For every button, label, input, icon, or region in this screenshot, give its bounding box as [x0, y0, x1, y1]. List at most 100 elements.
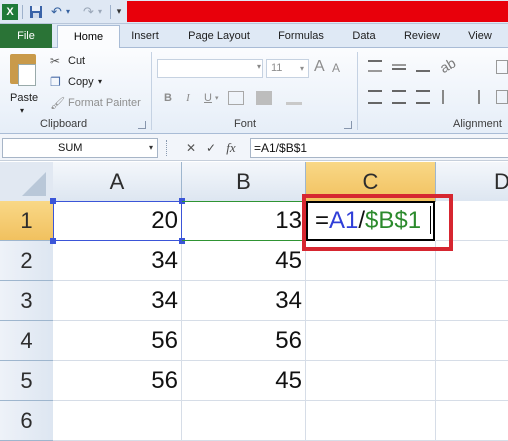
align-bottom-icon[interactable]: [416, 60, 430, 72]
orientation-icon[interactable]: ab: [437, 52, 463, 78]
cell-b2[interactable]: 45: [182, 241, 306, 281]
font-name-box[interactable]: [157, 59, 263, 78]
cell-a3[interactable]: 34: [53, 281, 182, 321]
cell-c3[interactable]: [306, 281, 436, 321]
clipboard-group-label: Clipboard: [40, 118, 88, 130]
reference-highlight-b1: [182, 201, 306, 241]
row-header-1[interactable]: 1: [0, 201, 54, 241]
insert-function-icon[interactable]: fx: [222, 139, 240, 157]
copy-dropdown-icon[interactable]: ▾: [98, 77, 102, 86]
cell-a2[interactable]: 34: [53, 241, 182, 281]
font-group-label: Font: [234, 118, 257, 130]
title-redaction: [127, 1, 508, 22]
formula-input[interactable]: =A1/$B$1: [250, 138, 508, 158]
ribbon-tabs: File Home Insert Page Layout Formulas Da…: [0, 24, 508, 49]
cell-c5[interactable]: [306, 361, 436, 401]
cell-b5[interactable]: 45: [182, 361, 306, 401]
underline-button[interactable]: U: [200, 90, 216, 106]
tab-data[interactable]: Data: [344, 24, 384, 48]
group-divider: [151, 52, 152, 130]
qat-separator: [22, 5, 23, 19]
row-header-4[interactable]: 4: [0, 321, 54, 361]
tab-insert[interactable]: Insert: [124, 24, 166, 48]
redo-dropdown-icon[interactable]: ▾: [95, 3, 105, 20]
font-name-dropdown-icon[interactable]: ▾: [257, 62, 261, 71]
tab-file[interactable]: File: [0, 24, 52, 48]
select-all-corner[interactable]: [0, 162, 54, 202]
decrease-indent-icon[interactable]: [442, 90, 456, 104]
name-box[interactable]: SUM ▾: [2, 138, 158, 158]
row-header-2[interactable]: 2: [0, 241, 54, 281]
paste-label: Paste: [10, 92, 39, 104]
row-header-3[interactable]: 3: [0, 281, 54, 321]
format-painter-button[interactable]: 🖌 Format Painter: [50, 96, 148, 112]
cell-d6[interactable]: [436, 401, 508, 441]
tab-review[interactable]: Review: [396, 24, 448, 48]
italic-button[interactable]: I: [180, 90, 196, 106]
name-box-dropdown-icon[interactable]: ▾: [149, 139, 153, 157]
cell-a5[interactable]: 56: [53, 361, 182, 401]
scissors-icon: ✂: [50, 54, 61, 68]
font-launcher-icon[interactable]: [344, 121, 352, 129]
wrap-text-icon[interactable]: [496, 60, 508, 74]
increase-indent-icon[interactable]: [466, 90, 480, 104]
column-header-a[interactable]: A: [53, 162, 182, 202]
group-divider: [357, 52, 358, 130]
tab-formulas[interactable]: Formulas: [270, 24, 332, 48]
clipboard-launcher-icon[interactable]: [138, 121, 146, 129]
format-painter-label: Format Painter: [68, 97, 141, 109]
tab-page-layout[interactable]: Page Layout: [180, 24, 258, 48]
font-size-dropdown-icon[interactable]: ▾: [300, 64, 304, 73]
name-box-value: SUM: [58, 142, 83, 154]
save-icon[interactable]: [27, 3, 44, 20]
customize-icon[interactable]: ▾: [113, 3, 125, 20]
cut-label: Cut: [68, 55, 86, 67]
cell-d5[interactable]: [436, 361, 508, 401]
row-header-5[interactable]: 5: [0, 361, 54, 401]
resize-handle[interactable]: [166, 140, 170, 156]
cell-a6[interactable]: [53, 401, 182, 441]
cancel-icon[interactable]: ✕: [182, 139, 200, 157]
undo-dropdown-icon[interactable]: ▾: [63, 3, 73, 20]
excel-icon[interactable]: X: [2, 4, 18, 20]
row-header-6[interactable]: 6: [0, 401, 54, 441]
shrink-font-button[interactable]: A: [332, 61, 346, 79]
column-header-b[interactable]: B: [182, 162, 306, 202]
align-left-icon[interactable]: [368, 90, 382, 104]
align-center-icon[interactable]: [392, 90, 406, 104]
paste-page-icon: [18, 64, 36, 86]
font-size-box[interactable]: 11 ▾: [266, 59, 309, 78]
merge-center-icon[interactable]: [496, 90, 508, 104]
cell-c4[interactable]: [306, 321, 436, 361]
brush-icon: 🖌: [50, 96, 66, 110]
cell-d3[interactable]: [436, 281, 508, 321]
reference-handle[interactable]: [50, 198, 56, 204]
align-top-icon[interactable]: [368, 60, 382, 72]
paste-dropdown-icon[interactable]: ▾: [20, 106, 24, 115]
borders-icon[interactable]: [228, 91, 244, 105]
tab-home[interactable]: Home: [57, 25, 120, 49]
tab-view[interactable]: View: [460, 24, 500, 48]
underline-dropdown-icon[interactable]: ▾: [215, 94, 219, 102]
cell-c6[interactable]: [306, 401, 436, 441]
font-size-value: 11: [271, 62, 283, 74]
cell-d4[interactable]: [436, 321, 508, 361]
align-right-icon[interactable]: [416, 90, 430, 104]
paste-button[interactable]: Paste ▾: [6, 52, 42, 115]
font-color-icon[interactable]: [286, 91, 302, 105]
cut-button[interactable]: ✂ Cut: [50, 54, 140, 70]
copy-button[interactable]: ❐ Copy ▾: [50, 75, 140, 91]
cell-b3[interactable]: 34: [182, 281, 306, 321]
fill-color-icon[interactable]: [256, 91, 272, 105]
alignment-group-label: Alignment: [453, 118, 502, 130]
cell-b6[interactable]: [182, 401, 306, 441]
grow-font-button[interactable]: A: [314, 58, 330, 78]
copy-label: Copy: [68, 76, 94, 88]
bold-button[interactable]: B: [160, 90, 176, 106]
align-middle-icon[interactable]: [392, 64, 406, 70]
copy-icon: ❐: [50, 75, 61, 89]
enter-icon[interactable]: ✓: [202, 139, 220, 157]
cell-a4[interactable]: 56: [53, 321, 182, 361]
reference-handle[interactable]: [50, 238, 56, 244]
cell-b4[interactable]: 56: [182, 321, 306, 361]
